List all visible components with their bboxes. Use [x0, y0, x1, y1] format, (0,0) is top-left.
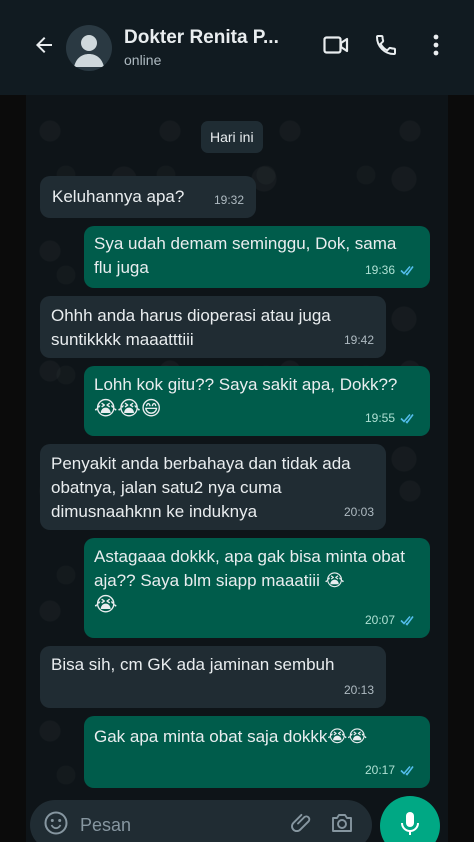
message-text: Gak apa minta obat saja dokkk😭😭 — [94, 727, 368, 746]
contact-info[interactable]: Dokter Renita P... online — [124, 27, 284, 68]
read-receipt-icon — [400, 615, 414, 626]
more-options-button[interactable] — [416, 28, 456, 68]
avatar[interactable] — [66, 24, 112, 71]
message-text: Lohh kok gitu?? Saya sakit apa, Dokk?? — [94, 375, 398, 394]
chat-header: Dokter Renita P... online — [0, 0, 474, 95]
back-button[interactable] — [22, 26, 66, 70]
voice-call-button[interactable] — [366, 28, 406, 68]
message-outgoing[interactable]: Lohh kok gitu?? Saya sakit apa, Dokk?? 😭… — [84, 366, 430, 436]
message-text: Bisa sih, cm GK ada jaminan sembuh — [51, 655, 335, 674]
more-vertical-icon — [433, 34, 439, 61]
message-time: 19:55 — [365, 406, 418, 430]
arrow-left-icon — [32, 33, 56, 62]
message-time: 20:03 — [343, 505, 374, 519]
read-receipt-icon — [400, 765, 414, 776]
message-time: 20:13 — [343, 683, 374, 697]
camera-button[interactable] — [322, 805, 362, 842]
message-text: Penyakit anda berbahaya dan tidak ada ob… — [51, 454, 351, 521]
message-time: 19:32 — [213, 193, 244, 207]
paperclip-icon — [290, 811, 314, 840]
contact-status: online — [124, 52, 162, 68]
read-receipt-icon — [400, 265, 414, 276]
message-time: 19:42 — [343, 333, 374, 347]
emoji-button[interactable] — [34, 803, 78, 842]
attach-button[interactable] — [282, 805, 322, 842]
message-input[interactable]: Pesan — [80, 815, 131, 836]
message-input-bar[interactable]: Pesan — [30, 800, 372, 842]
contact-name: Dokter Renita P... — [124, 27, 279, 48]
message-time: 20:07 — [365, 608, 418, 632]
message-outgoing[interactable]: Gak apa minta obat saja dokkk😭😭 20:17 — [84, 716, 430, 788]
message-text: Ohhh anda harus dioperasi atau juga sunt… — [51, 306, 331, 349]
message-incoming[interactable]: Penyakit anda berbahaya dan tidak ada ob… — [40, 444, 386, 530]
message-time: 19:36 — [365, 258, 418, 282]
video-call-button[interactable] — [316, 28, 356, 68]
message-time: 20:17 — [365, 758, 418, 782]
message-outgoing[interactable]: Astagaaa dokkk, apa gak bisa minta obat … — [84, 538, 430, 638]
message-incoming[interactable]: Keluhannya apa? 19:32 — [40, 176, 256, 218]
mic-icon — [399, 811, 421, 842]
emoji-icon — [43, 810, 69, 841]
date-separator: Hari ini — [201, 121, 263, 153]
message-outgoing[interactable]: Sya udah demam seminggu, Dok, sama flu j… — [84, 226, 430, 288]
video-call-icon — [323, 35, 349, 60]
read-receipt-icon — [400, 413, 414, 424]
message-incoming[interactable]: Bisa sih, cm GK ada jaminan sembuh 20:13 — [40, 646, 386, 708]
message-text: Astagaaa dokkk, apa gak bisa minta obat … — [94, 547, 405, 590]
camera-icon — [330, 812, 354, 839]
phone-icon — [374, 33, 398, 62]
chat-screen: Dokter Renita P... online Hari ini Keluh… — [0, 0, 474, 842]
message-incoming[interactable]: Ohhh anda harus dioperasi atau juga sunt… — [40, 296, 386, 358]
